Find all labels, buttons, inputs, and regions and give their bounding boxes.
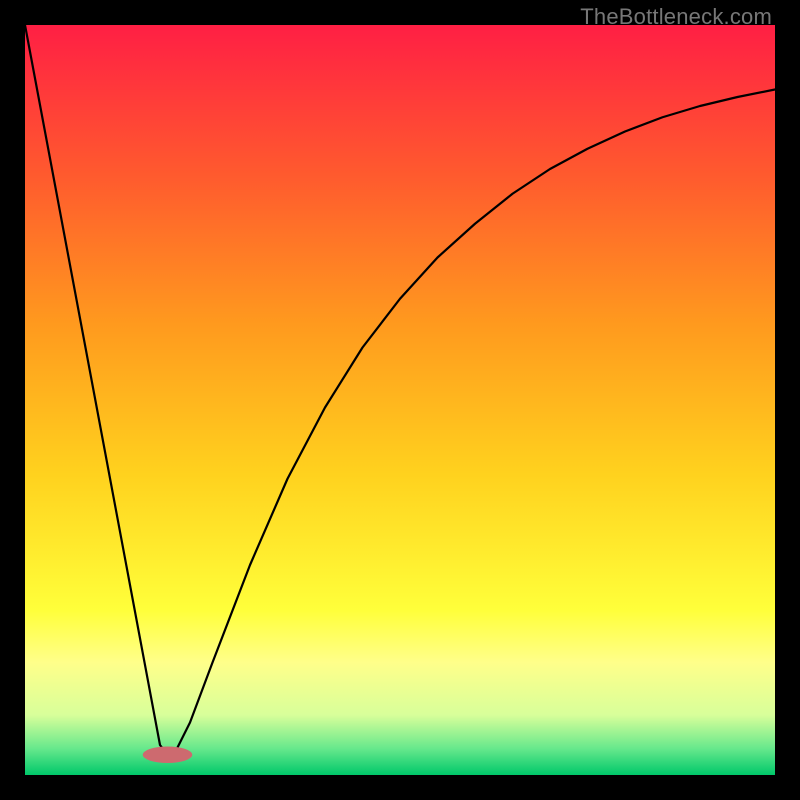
chart-marker	[143, 747, 193, 764]
chart-svg	[25, 25, 775, 775]
watermark-text: TheBottleneck.com	[580, 4, 772, 30]
chart-frame	[25, 25, 775, 775]
chart-background	[25, 25, 775, 775]
